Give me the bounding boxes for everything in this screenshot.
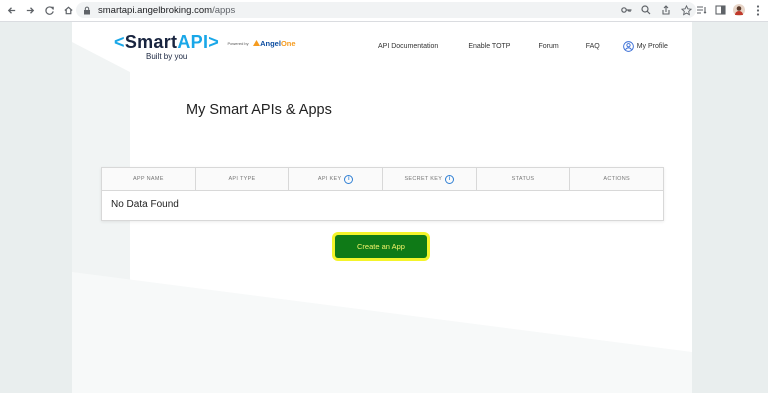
user-circle-icon [622, 41, 634, 52]
nav-api-documentation[interactable]: API Documentation [378, 43, 438, 50]
column-header-api-key: API KEY i [289, 168, 384, 190]
logo-wordmark: <SmartAPI> [114, 32, 220, 52]
info-icon[interactable]: i [445, 174, 455, 184]
smartapi-logo[interactable]: <SmartAPI> Powered by AngelOne Built by … [114, 32, 296, 61]
angelone-logo: AngelOne [253, 39, 296, 48]
nav-forum[interactable]: Forum [538, 43, 558, 50]
nav-my-profile[interactable]: My Profile [622, 41, 668, 52]
empty-table-message: No Data Found [111, 199, 179, 210]
column-header-app-name: APP NAME [102, 168, 196, 190]
page-content: <SmartAPI> Powered by AngelOne Built by … [72, 22, 692, 393]
nav-faq[interactable]: FAQ [586, 43, 600, 50]
page-title: My Smart APIs & Apps [186, 102, 332, 118]
info-icon[interactable]: i [344, 174, 354, 184]
top-navigation: API Documentation Enable TOTP Forum FAQ … [378, 41, 668, 52]
create-app-button[interactable]: Create an App [335, 235, 427, 258]
apps-table: APP NAME API TYPE API KEY i SECRET KEY i S… [101, 167, 664, 221]
my-profile-label: My Profile [636, 43, 668, 50]
logo-powered-by: Powered by [227, 41, 249, 47]
nav-enable-totp[interactable]: Enable TOTP [468, 43, 510, 50]
column-header-secret-key: SECRET KEY i [383, 168, 477, 190]
table-header: APP NAME API TYPE API KEY i SECRET KEY i S… [102, 168, 663, 191]
column-header-actions: ACTIONS [603, 176, 630, 182]
column-header-status: STATUS [477, 168, 571, 190]
column-header-api-type: API TYPE [196, 168, 290, 190]
logo-tagline: Built by you [146, 52, 188, 61]
